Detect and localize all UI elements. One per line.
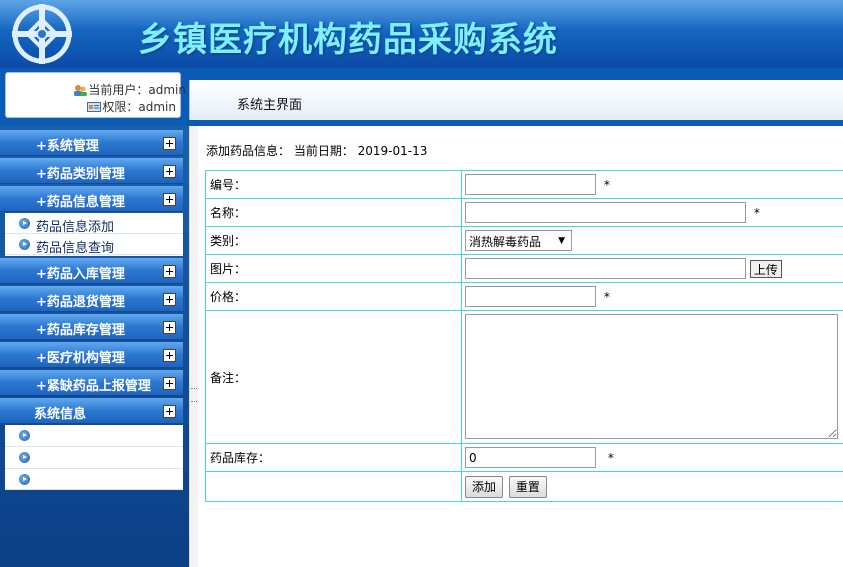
expand-icon[interactable]	[163, 349, 176, 362]
category-label: 类别：	[205, 226, 462, 255]
play-bullet-icon	[19, 430, 30, 441]
form-caption: 添加药品信息： 当前日期： 2019-01-13	[206, 144, 428, 158]
price-input[interactable]	[465, 286, 596, 307]
play-bullet-icon	[19, 218, 30, 229]
expand-icon[interactable]	[163, 321, 176, 334]
drug-form-table: 编号： * 名称： * 类别： 消热解毒药品 ▼ 图片： 上传 价格： * 备注…	[205, 170, 843, 502]
stock-input[interactable]	[465, 447, 596, 468]
form-row-category: 类别： 消热解毒药品 ▼	[205, 226, 843, 255]
expand-icon[interactable]	[163, 193, 176, 206]
play-bullet-icon	[19, 452, 30, 463]
play-bullet-icon	[19, 239, 30, 250]
submenu-drug-info-add[interactable]: 药品信息添加	[5, 213, 183, 235]
required-mark: *	[607, 450, 614, 465]
form-row-actions: 添加 重置	[205, 471, 843, 502]
menu-drug-category-management[interactable]: +药品类别管理	[0, 158, 183, 184]
name-input[interactable]	[465, 202, 746, 223]
menu-drug-inventory-management[interactable]: +药品库存管理	[0, 314, 183, 340]
submenu-system-info-item[interactable]	[5, 425, 183, 447]
permission-icon	[87, 102, 102, 112]
form-row-image: 图片： 上传	[205, 254, 843, 283]
menu-drug-info-management[interactable]: +药品信息管理	[0, 186, 183, 212]
category-selected-value: 消热解毒药品	[469, 235, 542, 249]
required-mark: *	[603, 177, 610, 192]
breadcrumb: 系统主界面	[237, 98, 303, 113]
menu-system-info[interactable]: 系统信息	[0, 398, 183, 424]
name-label: 名称：	[205, 198, 462, 227]
form-row-price: 价格： *	[205, 282, 843, 311]
add-button[interactable]: 添加	[465, 475, 504, 498]
stock-label: 药品库存：	[205, 443, 462, 472]
upload-button[interactable]: 上传	[749, 259, 782, 278]
expand-icon[interactable]	[163, 137, 176, 150]
system-title: 乡镇医疗机构药品采购系统	[138, 20, 558, 60]
breadcrumb-bar: 系统主界面	[189, 80, 843, 120]
menu-medical-institution-management[interactable]: +医疗机构管理	[0, 342, 183, 368]
expand-icon[interactable]	[163, 293, 176, 306]
category-select[interactable]: 消热解毒药品 ▼	[465, 230, 572, 251]
code-label: 编号：	[205, 170, 462, 199]
expand-icon[interactable]	[163, 265, 176, 278]
dropdown-arrow-icon[interactable]: ▼	[558, 236, 565, 246]
current-user-text: 当前用户：admin	[88, 83, 186, 97]
form-row-name: 名称： *	[205, 198, 843, 227]
users-icon	[74, 85, 88, 96]
sidebar: +系统管理 +药品类别管理 +药品信息管理 药品信息添加 药品信息查询 +药品入…	[0, 126, 189, 567]
system-info-submenu	[5, 425, 183, 490]
image-label: 图片：	[205, 254, 462, 283]
content-top-divider	[189, 120, 843, 126]
form-row-stock: 药品库存： *	[205, 443, 843, 472]
cross-emblem-icon	[12, 4, 72, 64]
menu-system-management[interactable]: +系统管理	[0, 130, 183, 156]
sidebar-splitter[interactable]	[189, 126, 198, 567]
user-info-box: 当前用户：admin 权限：admin	[5, 72, 186, 118]
expand-icon[interactable]	[163, 377, 176, 390]
expand-icon[interactable]	[163, 405, 176, 418]
code-input[interactable]	[465, 174, 596, 195]
menu-drug-return-management[interactable]: +药品退货管理	[0, 286, 183, 312]
drug-info-submenu: 药品信息添加 药品信息查询	[5, 213, 183, 256]
submenu-system-info-item[interactable]	[5, 469, 183, 490]
required-mark: *	[753, 205, 760, 220]
submenu-drug-info-query[interactable]: 药品信息查询	[5, 234, 183, 256]
app-header: 乡镇医疗机构药品采购系统	[0, 0, 843, 68]
required-mark: *	[603, 289, 610, 304]
submenu-system-info-item[interactable]	[5, 447, 183, 469]
form-row-note: 备注：	[205, 310, 843, 444]
play-bullet-icon	[19, 474, 30, 485]
price-label: 价格：	[205, 282, 462, 311]
form-row-code: 编号： *	[205, 170, 843, 199]
expand-icon[interactable]	[163, 165, 176, 178]
note-label: 备注：	[205, 310, 462, 444]
image-path-input[interactable]	[465, 258, 746, 279]
note-textarea[interactable]	[465, 314, 838, 439]
splitter-grip[interactable]	[191, 388, 197, 402]
menu-shortage-report-management[interactable]: +紧缺药品上报管理	[0, 370, 183, 396]
permission-text: 权限：admin	[102, 100, 176, 114]
reset-button[interactable]: 重置	[508, 475, 547, 498]
menu-drug-stock-in-management[interactable]: +药品入库管理	[0, 258, 183, 284]
